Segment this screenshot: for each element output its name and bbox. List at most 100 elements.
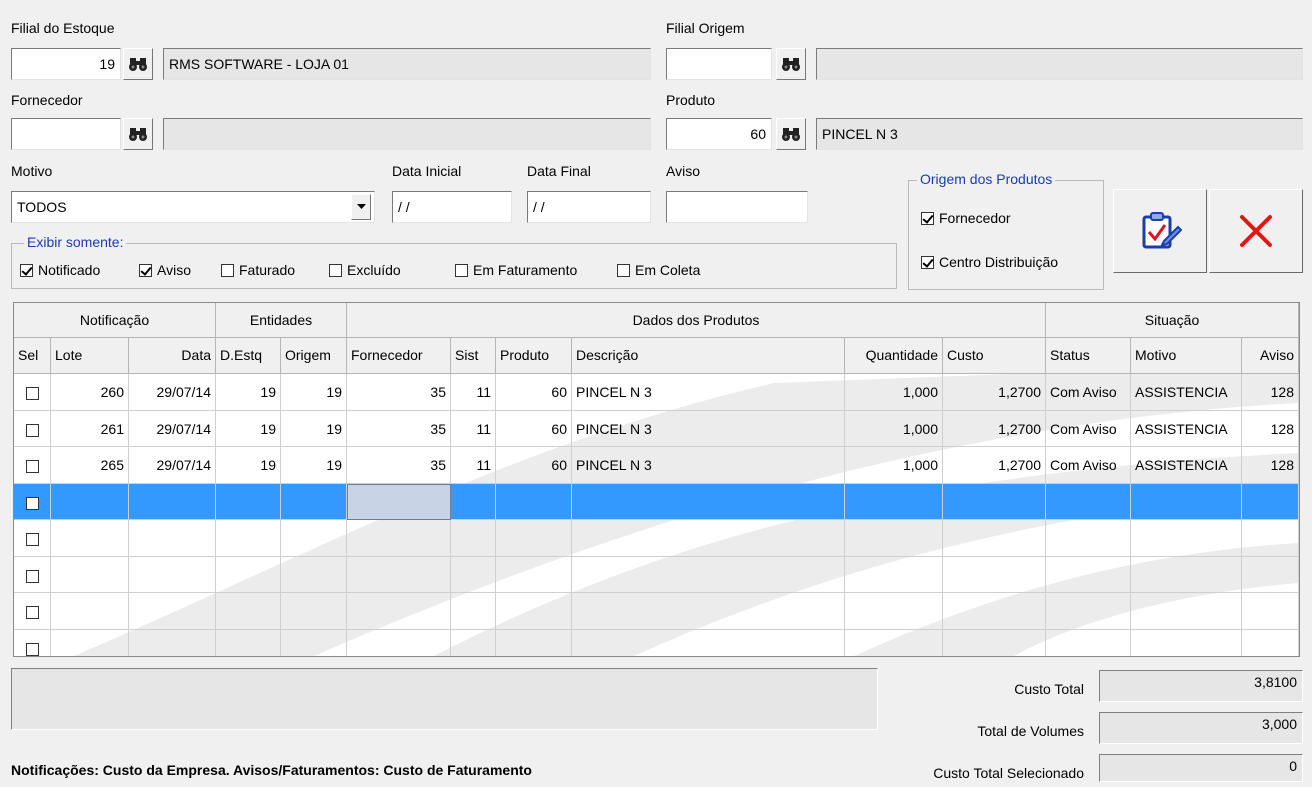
col-header-quantidade[interactable]: Quantidade bbox=[845, 338, 943, 374]
cell-status[interactable] bbox=[1046, 484, 1131, 520]
cell-sel[interactable] bbox=[14, 630, 51, 656]
cell-quantidade[interactable] bbox=[845, 557, 943, 593]
cell-descricao[interactable]: PINCEL N 3 bbox=[572, 411, 845, 447]
checkbox-em-coleta[interactable]: Em Coleta bbox=[617, 262, 700, 278]
cell-fornecedor[interactable] bbox=[347, 630, 451, 656]
cell-custo[interactable]: 1,2700 bbox=[943, 447, 1046, 484]
cell-data[interactable]: 29/07/14 bbox=[129, 374, 216, 411]
cell-custo[interactable]: 1,2700 bbox=[943, 411, 1046, 447]
cell-fornecedor[interactable] bbox=[347, 593, 451, 630]
col-header-destq[interactable]: D.Estq bbox=[216, 338, 281, 374]
cell-aviso[interactable]: 128 bbox=[1242, 411, 1299, 447]
cell-quantidade[interactable] bbox=[845, 593, 943, 630]
cell-motivo[interactable]: ASSISTENCIA bbox=[1131, 374, 1242, 411]
cell-descricao[interactable] bbox=[572, 593, 845, 630]
cell-sel[interactable] bbox=[14, 557, 51, 593]
cell-motivo[interactable] bbox=[1131, 630, 1242, 656]
cell-descricao[interactable] bbox=[572, 484, 845, 520]
cancel-button[interactable] bbox=[1209, 189, 1303, 273]
cell-produto[interactable] bbox=[496, 630, 572, 656]
row-select-checkbox[interactable] bbox=[25, 423, 39, 437]
cell-origem[interactable] bbox=[281, 630, 347, 656]
col-header-fornecedor[interactable]: Fornecedor bbox=[347, 338, 451, 374]
checkbox-notificado[interactable]: Notificado bbox=[20, 262, 100, 278]
notificacoes-grid[interactable]: Notificação Entidades Dados dos Produtos… bbox=[13, 302, 1300, 657]
checkbox-box[interactable] bbox=[221, 264, 234, 277]
cell-sel[interactable] bbox=[14, 374, 51, 411]
checkbox-box[interactable] bbox=[921, 256, 934, 269]
cell-sist[interactable] bbox=[451, 593, 496, 630]
cell-lote[interactable]: 265 bbox=[51, 447, 129, 484]
cell-sel[interactable] bbox=[14, 484, 51, 520]
cell-fornecedor[interactable]: 35 bbox=[347, 447, 451, 484]
search-fornecedor-button[interactable] bbox=[123, 118, 153, 150]
cell-aviso[interactable] bbox=[1242, 557, 1299, 593]
cell-produto[interactable] bbox=[496, 593, 572, 630]
col-header-motivo[interactable]: Motivo bbox=[1131, 338, 1242, 374]
cell-status[interactable] bbox=[1046, 630, 1131, 656]
data-final-input[interactable]: / / bbox=[527, 191, 651, 223]
checkbox-box[interactable] bbox=[455, 264, 468, 277]
cell-sist[interactable] bbox=[451, 520, 496, 557]
motivo-select[interactable]: TODOS bbox=[11, 191, 375, 223]
cell-origem[interactable] bbox=[281, 593, 347, 630]
cell-motivo[interactable] bbox=[1131, 557, 1242, 593]
cell-destq[interactable] bbox=[216, 593, 281, 630]
checkbox-excluido[interactable]: Excluído bbox=[329, 262, 401, 278]
col-header-aviso[interactable]: Aviso bbox=[1242, 338, 1299, 374]
search-filial-estoque-button[interactable] bbox=[123, 48, 153, 80]
row-select-checkbox[interactable] bbox=[25, 532, 39, 546]
cell-motivo[interactable]: ASSISTENCIA bbox=[1131, 447, 1242, 484]
cell-origem[interactable]: 19 bbox=[281, 374, 347, 411]
checkbox-box[interactable] bbox=[20, 264, 33, 277]
cell-status[interactable] bbox=[1046, 520, 1131, 557]
cell-lote[interactable]: 260 bbox=[51, 374, 129, 411]
cell-sel[interactable] bbox=[14, 447, 51, 484]
cell-aviso[interactable]: 128 bbox=[1242, 374, 1299, 411]
row-select-checkbox[interactable] bbox=[25, 386, 39, 400]
cell-motivo[interactable]: ASSISTENCIA bbox=[1131, 411, 1242, 447]
cell-sist[interactable]: 11 bbox=[451, 411, 496, 447]
cell-sel[interactable] bbox=[14, 520, 51, 557]
cell-destq[interactable] bbox=[216, 520, 281, 557]
cell-lote[interactable]: 261 bbox=[51, 411, 129, 447]
row-select-checkbox[interactable] bbox=[25, 642, 39, 656]
cell-lote[interactable] bbox=[51, 593, 129, 630]
cell-quantidade[interactable] bbox=[845, 484, 943, 520]
cell-descricao[interactable]: PINCEL N 3 bbox=[572, 374, 845, 411]
cell-lote[interactable] bbox=[51, 557, 129, 593]
cell-quantidade[interactable]: 1,000 bbox=[845, 411, 943, 447]
cell-produto[interactable] bbox=[496, 557, 572, 593]
cell-produto[interactable]: 60 bbox=[496, 447, 572, 484]
cell-quantidade[interactable] bbox=[845, 520, 943, 557]
row-select-checkbox[interactable] bbox=[25, 605, 39, 619]
fornecedor-code-input[interactable] bbox=[11, 118, 121, 150]
cell-lote[interactable] bbox=[51, 520, 129, 557]
checkbox-box[interactable] bbox=[329, 264, 342, 277]
col-header-custo[interactable]: Custo bbox=[943, 338, 1046, 374]
col-header-data[interactable]: Data bbox=[129, 338, 216, 374]
cell-lote[interactable] bbox=[51, 484, 129, 520]
cell-sel[interactable] bbox=[14, 411, 51, 447]
row-select-checkbox[interactable] bbox=[25, 569, 39, 583]
cell-status[interactable] bbox=[1046, 557, 1131, 593]
row-select-checkbox[interactable] bbox=[25, 459, 39, 473]
cell-destq[interactable]: 19 bbox=[216, 374, 281, 411]
cell-quantidade[interactable]: 1,000 bbox=[845, 447, 943, 484]
col-header-sist[interactable]: Sist bbox=[451, 338, 496, 374]
col-header-origem[interactable]: Origem bbox=[281, 338, 347, 374]
cell-sist[interactable] bbox=[451, 630, 496, 656]
cell-fornecedor[interactable]: 35 bbox=[347, 411, 451, 447]
aviso-input[interactable] bbox=[666, 191, 808, 223]
cell-fornecedor[interactable] bbox=[347, 557, 451, 593]
cell-origem[interactable] bbox=[281, 520, 347, 557]
cell-custo[interactable] bbox=[943, 593, 1046, 630]
cell-descricao[interactable] bbox=[572, 630, 845, 656]
cell-custo[interactable] bbox=[943, 557, 1046, 593]
cell-motivo[interactable] bbox=[1131, 593, 1242, 630]
confirm-button[interactable] bbox=[1113, 189, 1207, 273]
cell-destq[interactable] bbox=[216, 484, 281, 520]
cell-data[interactable]: 29/07/14 bbox=[129, 411, 216, 447]
cell-fornecedor[interactable] bbox=[347, 484, 451, 520]
cell-fornecedor[interactable] bbox=[347, 520, 451, 557]
